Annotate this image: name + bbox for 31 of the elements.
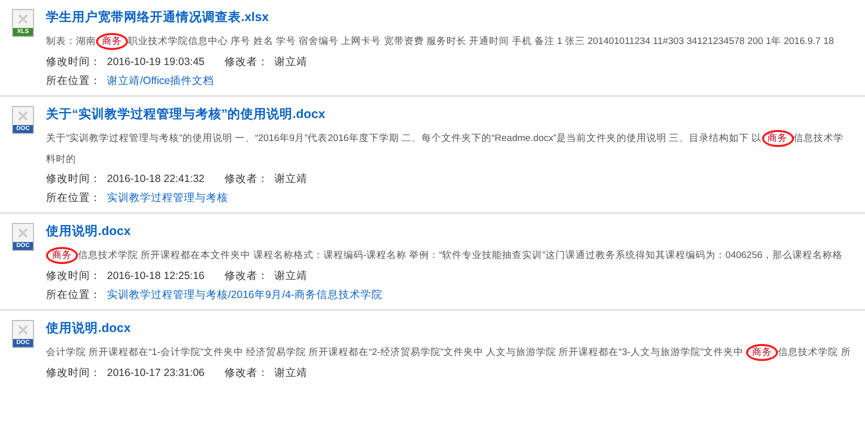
location-label: 所在位置： [46, 191, 101, 205]
modifier-name: 谢立靖 [274, 55, 308, 69]
result-title-link[interactable]: 学生用户宽带网络开通情况调查表.xlsx [46, 9, 269, 28]
location-link[interactable]: 实训教学过程管理与考核 [107, 191, 228, 205]
modified-time-label: 修改时间： [46, 366, 101, 380]
modifier-name: 谢立靖 [274, 366, 308, 380]
modified-time-label: 修改时间： [46, 55, 101, 69]
modified-time: 2016-10-17 23:31:06 [107, 367, 204, 379]
modified-time-label: 修改时间： [46, 172, 101, 186]
modified-time: 2016-10-19 19:03:45 [107, 56, 204, 68]
result-snippet: 关于“实训教学过程管理与考核”的使用说明 一、“2016年9月”代表2016年度下学期 二、每个文件夹下的“Readme.docx”是当前文件夹的使用说明 三、目录结构如下 以 商务 信息技术学 [46, 130, 857, 147]
result-title-link[interactable]: 使用说明.docx [46, 223, 131, 242]
result-snippet: 料时的 [46, 153, 77, 167]
modifier-label: 修改者： [224, 172, 268, 186]
modified-time: 2016-10-18 12:25:16 [107, 270, 204, 282]
modified-time: 2016-10-18 22:41:32 [107, 173, 204, 185]
location-label: 所在位置： [46, 288, 101, 302]
modifier-name: 谢立靖 [274, 269, 308, 283]
result-title-link[interactable]: 关于“实训教学过程管理与考核”的使用说明.docx [46, 106, 326, 125]
result-snippet: 制表：湖南 商务 职业技术学院信息中心 序号 姓名 学号 宿舍编号 上网卡号 宽带资费 服务时长 开通时间 手机 备注 1 张三 201401011234 11#303 34121234578 200 1年 2016.9.7 18 [46, 33, 857, 50]
location-link[interactable]: 谢立靖/Office插件文档 [107, 74, 214, 88]
modifier-label: 修改者： [224, 55, 268, 69]
location-link[interactable]: 实训教学过程管理与考核/2016年9月/4-商务信息技术学院 [107, 288, 382, 302]
modified-time-label: 修改时间： [46, 269, 101, 283]
result-snippet: 商务 信息技术学院 所开课程都在本文件夹中 课程名称格式：课程编码-课程名称 举例：“软件专业技能抽查实训”这门课通过教务系统得知其课程编码为：0406256，那么课程名称格 [46, 247, 857, 264]
result-snippet: 会计学院 所开课程都在“1-会计学院”文件夹中 经济贸易学院 所开课程都在“2-经济贸易学院”文件夹中 人文与旅游学院 所开课程都在“3-人文与旅游学院”文件夹中 商务 信息技术学院 所 [46, 344, 857, 361]
location-label: 所在位置： [46, 74, 101, 88]
result-title-link[interactable]: 使用说明.docx [46, 320, 131, 339]
modifier-label: 修改者： [224, 269, 268, 283]
modifier-label: 修改者： [224, 366, 268, 380]
modifier-name: 谢立靖 [274, 172, 308, 186]
